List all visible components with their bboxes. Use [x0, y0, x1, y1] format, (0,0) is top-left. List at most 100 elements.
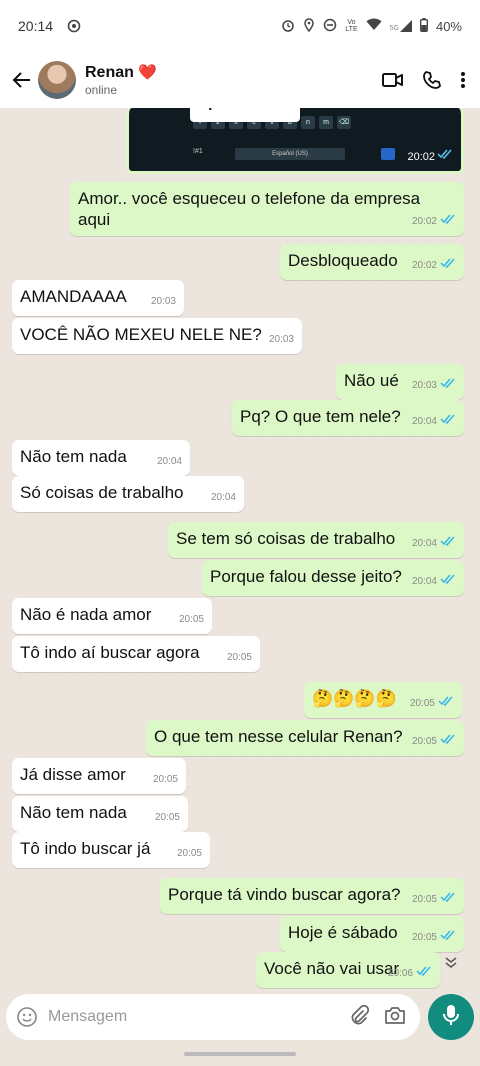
- scroll-down-chevron-icon[interactable]: [440, 954, 462, 976]
- read-ticks-icon: [440, 211, 456, 232]
- outgoing-message[interactable]: Porque falou desse jeito? 20:04: [202, 560, 464, 596]
- outgoing-message[interactable]: Não ué 20:03: [336, 364, 464, 400]
- message-time: 20:05: [178, 614, 204, 625]
- contact-name: Renan: [85, 64, 134, 81]
- message-time: 20:05: [154, 812, 180, 823]
- message-time: 20:04: [156, 456, 182, 467]
- chat-header: Renan ❤️ online: [0, 52, 480, 108]
- incoming-message[interactable]: Não é nada amor 20:05: [12, 598, 212, 634]
- message-time: 20:02: [411, 216, 437, 227]
- outgoing-message[interactable]: Hoje é sábado 20:05: [280, 916, 464, 952]
- message-input[interactable]: Mensagem: [48, 1008, 127, 1026]
- read-ticks-icon: [440, 571, 456, 592]
- incoming-message[interactable]: Só coisas de trabalho 20:04: [12, 476, 244, 512]
- message-meta: 20:05: [153, 769, 178, 790]
- header-actions: [382, 70, 466, 90]
- incoming-message[interactable]: Não tem nada 20:05: [12, 796, 188, 832]
- outgoing-message[interactable]: Porque tá vindo buscar agora? 20:05: [160, 878, 464, 914]
- message-time: 20:05: [176, 848, 202, 859]
- message-text: O que tem nesse celular Renan?: [154, 727, 403, 746]
- incoming-message[interactable]: Tô indo aí buscar agora 20:05: [12, 636, 260, 672]
- message-text: VOCÊ NÃO MEXEU NELE NE?: [20, 325, 262, 344]
- outgoing-message[interactable]: Se tem só coisas de trabalho 20:04: [168, 522, 464, 558]
- outgoing-message[interactable]: Você não vai usar 20:06: [256, 952, 440, 988]
- emoji-icon[interactable]: [16, 1006, 38, 1028]
- avatar[interactable]: [38, 61, 76, 99]
- do-not-disturb-icon: [323, 18, 337, 35]
- read-ticks-icon: [416, 963, 432, 984]
- incoming-message[interactable]: Tô indo buscar já 20:05: [12, 832, 210, 868]
- message-list[interactable]: parte 1 ✦zxcvbnm⌫ !#1 Español (US) 20:02…: [0, 108, 480, 990]
- wifi-icon: [366, 18, 382, 34]
- read-ticks-icon: [440, 731, 456, 752]
- message-meta: 20:06: [388, 963, 432, 984]
- status-bar: 20:14 Vo LTE 5G 40%: [0, 0, 480, 52]
- location-icon: [303, 17, 315, 35]
- message-meta: 20:05: [410, 693, 454, 714]
- incoming-message[interactable]: VOCÊ NÃO MEXEU NELE NE? 20:03: [12, 318, 302, 354]
- read-ticks-icon: [440, 533, 456, 554]
- gesture-nav-bar[interactable]: [184, 1052, 296, 1056]
- outgoing-message[interactable]: Amor.. você esqueceu o telefone da empre…: [70, 182, 464, 236]
- outgoing-message[interactable]: O que tem nesse celular Renan? 20:05: [146, 720, 464, 756]
- heart-emoji: ❤️: [138, 64, 158, 81]
- message-meta: 20:05: [179, 609, 204, 630]
- incoming-message[interactable]: AMANDAAAA 20:03: [12, 280, 184, 316]
- read-ticks-icon: [440, 375, 456, 396]
- microphone-icon: [443, 1004, 459, 1031]
- signal-icon: 5G: [390, 20, 412, 32]
- message-time: 20:05: [411, 894, 437, 905]
- keyboard-bottom-row: !#1 Español (US): [193, 146, 395, 162]
- message-time: 20:06: [387, 968, 413, 979]
- video-call-icon[interactable]: [382, 72, 404, 88]
- message-input-box[interactable]: Mensagem: [6, 994, 420, 1040]
- keyboard-space-key: Español (US): [235, 148, 345, 160]
- message-time: 20:05: [411, 736, 437, 747]
- message-text-line2: aqui: [78, 210, 111, 229]
- message-time: 20:04: [411, 576, 437, 587]
- voice-call-icon[interactable]: [422, 70, 442, 90]
- message-time: 20:04: [411, 416, 437, 427]
- message-text: Tô indo aí buscar agora: [20, 643, 200, 662]
- message-time: 20:02: [407, 151, 435, 163]
- read-ticks-icon: [440, 927, 456, 948]
- message-time: 20:05: [226, 652, 252, 663]
- battery-icon: [420, 17, 428, 35]
- mic-button[interactable]: [428, 994, 474, 1040]
- incoming-message[interactable]: Já disse amor 20:05: [12, 758, 186, 794]
- volte-icon: Vo LTE: [345, 19, 358, 33]
- attach-clip-icon[interactable]: [348, 1004, 370, 1031]
- incoming-message[interactable]: Não tem nada 20:04: [12, 440, 190, 476]
- alarm-icon: [281, 18, 295, 35]
- read-ticks-icon: [437, 146, 453, 164]
- contact-info[interactable]: Renan ❤️ online: [85, 63, 157, 97]
- camera-icon[interactable]: [384, 1005, 406, 1030]
- message-meta: 20:04: [412, 533, 456, 554]
- message-meta: 20:05: [412, 731, 456, 752]
- keyboard-key: ⌫: [337, 116, 351, 129]
- message-meta: 20:05: [227, 647, 252, 668]
- message-meta: 20:05: [155, 807, 180, 828]
- message-meta: 20:04: [157, 451, 182, 472]
- keyboard-search-key: [381, 148, 395, 160]
- message-text: Não é nada amor: [20, 605, 152, 624]
- message-time: 20:03: [411, 380, 437, 391]
- message-meta: 20:04: [412, 411, 456, 432]
- outgoing-message[interactable]: Desbloqueado 20:02: [280, 244, 464, 280]
- network-type: 5G: [389, 25, 399, 32]
- message-text: Tô indo buscar já: [20, 839, 151, 858]
- composer: Mensagem: [0, 990, 480, 1066]
- outgoing-message[interactable]: Pq? O que tem nele? 20:04: [232, 400, 464, 436]
- contact-name-row: Renan ❤️: [85, 63, 157, 82]
- whatsapp-notification-icon: [67, 19, 81, 33]
- keyboard-symbols-key: !#1: [193, 148, 203, 155]
- message-meta: 20:05: [412, 927, 456, 948]
- more-options-icon[interactable]: [460, 71, 466, 89]
- read-ticks-icon: [440, 255, 456, 276]
- message-meta: 20:02: [412, 255, 456, 276]
- back-arrow-icon[interactable]: [6, 70, 38, 90]
- message-time: 20:04: [210, 492, 236, 503]
- message-time: 20:05: [409, 698, 435, 709]
- outgoing-message[interactable]: 🤔🤔🤔🤔 20:05: [304, 682, 462, 718]
- message-meta: 20:04: [211, 487, 236, 508]
